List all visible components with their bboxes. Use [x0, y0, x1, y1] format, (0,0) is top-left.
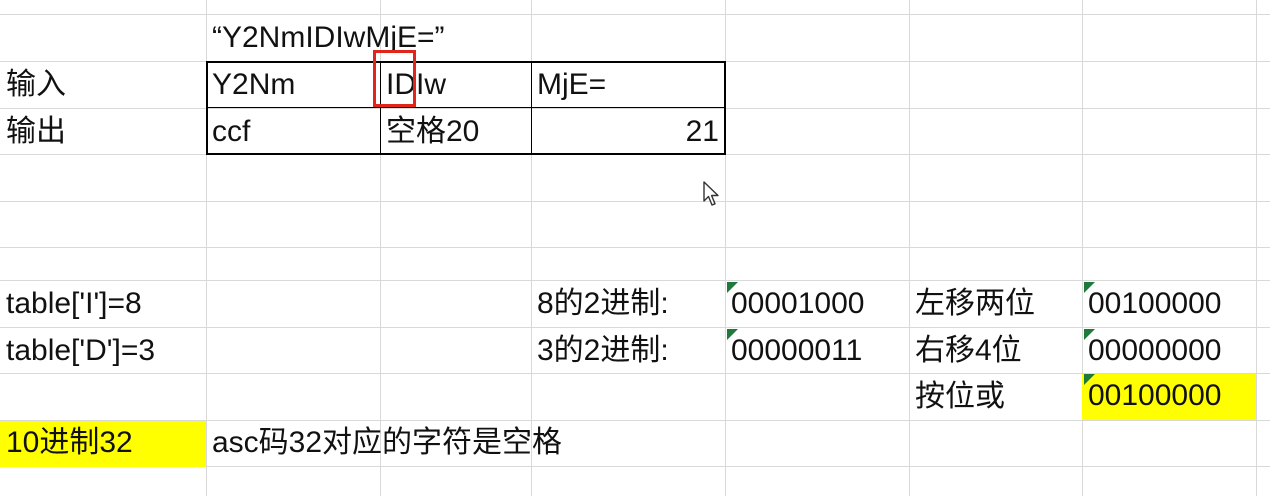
table-border-left — [206, 61, 208, 155]
shift-right-value-cell[interactable]: 00000000 — [1082, 329, 1256, 375]
text-number-marker — [727, 282, 738, 293]
annotation-highlight-box — [373, 50, 416, 107]
shift-left-value-cell[interactable]: 00100000 — [1082, 282, 1256, 328]
gridline — [1082, 0, 1083, 496]
text-number-marker — [1084, 374, 1095, 385]
shift-right-label-cell[interactable]: 右移4位 — [909, 329, 1082, 375]
table-border-right — [724, 61, 726, 155]
mouse-pointer-icon — [703, 181, 719, 206]
bitor-label-cell[interactable]: 按位或 — [909, 375, 1082, 421]
bin8-label-cell[interactable]: 8的2进制: — [531, 282, 725, 328]
bin8-value-cell[interactable]: 00001000 — [725, 282, 909, 328]
output-cell-3[interactable]: 21 — [531, 110, 725, 156]
spreadsheet-grid[interactable]: “Y2NmIDIwMjE=” 输入 输出 Y2Nm IDIw MjE= ccf … — [0, 0, 1270, 496]
gridline — [0, 280, 1270, 281]
table-border-col — [531, 61, 532, 155]
gridline — [0, 201, 1270, 202]
gridline — [0, 14, 1270, 15]
gridline — [909, 0, 910, 496]
table-D-cell[interactable]: table['D']=3 — [0, 329, 380, 375]
gridline — [0, 247, 1270, 248]
output-cell-1[interactable]: ccf — [206, 110, 380, 156]
bin3-label-cell[interactable]: 3的2进制: — [531, 329, 725, 375]
table-border-bottom — [206, 153, 726, 155]
ascii-note-cell[interactable]: asc码32对应的字符是空格 — [206, 421, 726, 467]
table-border-top — [206, 61, 726, 63]
input-cell-3[interactable]: MjE= — [531, 63, 725, 109]
table-I-cell[interactable]: table['I']=8 — [0, 282, 380, 328]
output-label-cell[interactable]: 输出 — [0, 110, 206, 156]
gridline — [1256, 0, 1257, 496]
text-number-marker — [1084, 329, 1095, 340]
input-cell-1[interactable]: Y2Nm — [206, 63, 380, 109]
bitor-value-cell[interactable]: 00100000 — [1082, 374, 1256, 420]
shift-left-label-cell[interactable]: 左移两位 — [909, 282, 1082, 328]
output-cell-2[interactable]: 空格20 — [380, 110, 531, 156]
base64-string-cell[interactable]: “Y2NmIDIwMjE=” — [206, 16, 526, 62]
input-label-cell[interactable]: 输入 — [0, 63, 206, 109]
text-number-marker — [1084, 282, 1095, 293]
bin3-value-cell[interactable]: 00000011 — [725, 329, 909, 375]
decimal-result-cell[interactable]: 10进制32 — [0, 421, 206, 467]
text-number-marker — [727, 329, 738, 340]
table-border-middle — [206, 107, 726, 108]
